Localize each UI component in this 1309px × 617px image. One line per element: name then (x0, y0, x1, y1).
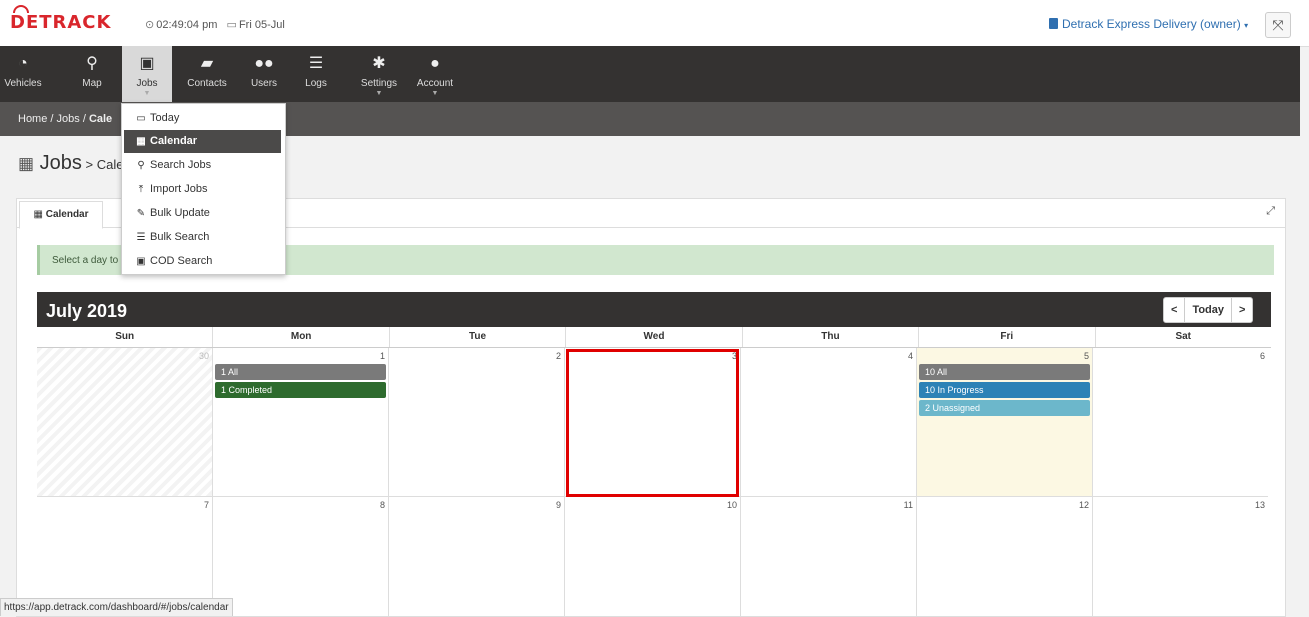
event-all[interactable]: 10 All (919, 364, 1090, 380)
user-icon: ● (430, 55, 440, 72)
breadcrumb-current: Cale (88, 113, 113, 125)
weekday-tue: Tue (390, 327, 567, 347)
list-icon: ☰ (136, 232, 146, 243)
nav-jobs[interactable]: ▣ Jobs ▼ (122, 46, 172, 102)
weekday-sat: Sat (1175, 331, 1192, 342)
calendar-day[interactable]: 4 (741, 348, 917, 497)
caret-down-icon: ▼ (375, 90, 383, 97)
menu-item-calendar[interactable]: ▦ Calendar (124, 130, 281, 153)
owner-label: Detrack Express Delivery (owner) (1062, 17, 1241, 31)
calendar-day[interactable]: 2 (389, 348, 565, 497)
current-date: Fri 05-Jul (238, 19, 285, 31)
caret-down-icon: ▼ (431, 90, 439, 97)
building-icon (1049, 18, 1058, 29)
event-unassigned[interactable]: 2 Unassigned (919, 400, 1090, 416)
money-icon: ▣ (136, 256, 146, 267)
calendar-icon: ▭ (136, 113, 146, 124)
edit-icon: ✎ (136, 208, 146, 219)
menu-item-bulk-update[interactable]: ✎ Bulk Update (124, 202, 281, 225)
calendar-day[interactable]: 10 (565, 497, 741, 617)
menu-item-search-jobs[interactable]: ⚲ Search Jobs (124, 154, 281, 177)
nav-vehicles[interactable]: ◔ Vehicles (0, 46, 46, 102)
calendar-icon: ▦ (18, 154, 35, 173)
nav-account[interactable]: ● Account ▼ (412, 46, 458, 102)
owner-dropdown[interactable]: Detrack Express Delivery (owner) ▾ (1049, 17, 1248, 31)
nav-logs[interactable]: ☰ Logs (296, 46, 336, 102)
calendar-day[interactable]: 6 (1093, 348, 1268, 497)
calendar-day[interactable]: 8 (213, 497, 389, 617)
event-in-progress[interactable]: 10 In Progress (919, 382, 1090, 398)
weekday-header: Sun Mon Tue Wed Thu Fri Sat (37, 327, 1271, 348)
detrack-logo[interactable]: DETRACK (10, 5, 111, 33)
nav-map[interactable]: ⚲ Map (72, 46, 112, 102)
prev-month-button[interactable]: < (1164, 298, 1184, 322)
calendar-icon: ▦ (33, 209, 43, 220)
page-subtitle: Cale (96, 157, 124, 172)
event-all[interactable]: 1 All (215, 364, 386, 380)
selected-day-highlight (566, 349, 739, 497)
calendar-grid-icon: ▦ (136, 136, 146, 147)
upload-icon: ⤒ (138, 184, 144, 195)
calendar-header: July 2019 < Today > (37, 292, 1271, 327)
weekday-mon: Mon (213, 327, 390, 347)
breadcrumb-jobs[interactable]: Jobs (57, 113, 80, 125)
expand-icon[interactable]: ⤢ (1266, 205, 1275, 218)
weekday-fri: Fri (919, 327, 1096, 347)
menu-item-import-jobs[interactable]: ⤒ Import Jobs (124, 178, 281, 201)
today-button[interactable]: Today (1184, 298, 1231, 322)
calendar-nav: < Today > (1163, 297, 1254, 323)
page-title: ▦ Jobs > Cale (18, 152, 124, 174)
breadcrumb: Home / Jobs / Cale (18, 113, 113, 125)
calendar-day[interactable]: 1 1 All 1 Completed (213, 348, 389, 497)
clock: ⊙ 02:49:04 pm ▭ Fri 05-Jul (145, 18, 285, 31)
calendar-month-title: July 2019 (46, 301, 128, 321)
jobs-dropdown-menu: ▭ Today ▦ Calendar ⚲ Search Jobs ⤒ Import Jo… (121, 103, 286, 275)
current-time: 02:49:04 pm (156, 19, 218, 31)
main-nav: ◔ Vehicles ⚲ Map ▣ Jobs ▼ ▰ Contacts ●● Users … (0, 46, 1300, 102)
calendar-icon: ▭ (226, 19, 237, 31)
status-bar-url: https://app.detrack.com/dashboard/#/jobs… (0, 598, 233, 616)
weekday-thu: Thu (743, 327, 920, 347)
fullscreen-icon: ⤧ (1272, 17, 1284, 33)
calendar-day[interactable]: 12 (917, 497, 1093, 617)
alert-text: Select a day to (52, 255, 119, 266)
calendar-day[interactable]: 13 (1093, 497, 1268, 617)
search-icon: ⚲ (137, 160, 145, 171)
calendar-day[interactable]: 9 (389, 497, 565, 617)
nav-settings[interactable]: ✱ Settings ▼ (356, 46, 402, 102)
gear-icon: ✱ (372, 55, 386, 72)
caret-down-icon: ▼ (143, 90, 151, 97)
list-icon: ☰ (308, 55, 324, 72)
next-month-button[interactable]: > (1231, 298, 1252, 322)
calendar-day[interactable]: 30 (37, 348, 213, 497)
weekday-sun: Sun (37, 327, 214, 347)
map-marker-icon: ⚲ (86, 55, 98, 72)
event-completed[interactable]: 1 Completed (215, 382, 386, 398)
briefcase-icon: ▣ (139, 55, 155, 72)
caret-down-icon: ▾ (1244, 21, 1249, 30)
nav-contacts[interactable]: ▰ Contacts (182, 46, 232, 102)
menu-item-cod-search[interactable]: ▣ COD Search (124, 250, 281, 273)
dashboard-icon: ◔ (18, 55, 28, 72)
clock-icon: ⊙ (145, 19, 155, 31)
tab-calendar[interactable]: ▦ Calendar (19, 201, 103, 229)
users-icon: ●● (254, 55, 274, 72)
menu-item-today[interactable]: ▭ Today (124, 107, 281, 130)
calendar-day[interactable]: 11 (741, 497, 917, 617)
calendar-day-today[interactable]: 5 10 All 10 In Progress 2 Unassigned (917, 348, 1093, 497)
book-icon: ▰ (200, 55, 214, 72)
nav-users[interactable]: ●● Users (244, 46, 284, 102)
breadcrumb-home[interactable]: Home (18, 113, 47, 125)
weekday-wed: Wed (566, 327, 743, 347)
top-bar: DETRACK ⊙ 02:49:04 pm ▭ Fri 05-Jul Detrack… (0, 0, 1309, 47)
fullscreen-button[interactable]: ⤧ (1265, 12, 1291, 38)
menu-item-bulk-search[interactable]: ☰ Bulk Search (124, 226, 281, 249)
